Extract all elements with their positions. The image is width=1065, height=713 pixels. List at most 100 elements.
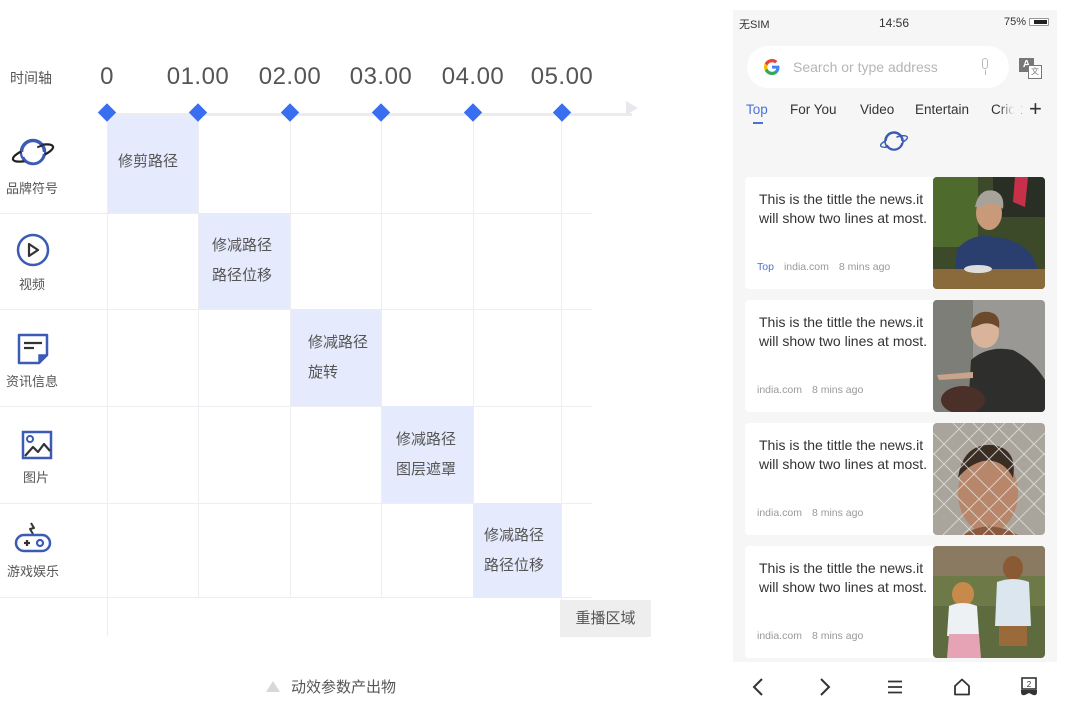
keyframe-marker[interactable]	[371, 103, 391, 122]
row-label: 视频	[18, 277, 45, 292]
news-source: india.com	[783, 261, 829, 273]
tabs-button[interactable]: 2	[1014, 672, 1044, 702]
cell-text: 路径位移	[484, 556, 545, 574]
cell-text: 旋转	[308, 363, 339, 381]
search-row: Search or type address A文	[733, 36, 1057, 94]
tick-label: 03.00	[349, 63, 413, 90]
cell-text: 修减路径	[396, 430, 457, 448]
bottom-navigation: 2	[733, 662, 1057, 713]
news-meta: Top india.com 8 mins ago	[757, 261, 890, 273]
tick-label: 01.00	[166, 63, 230, 90]
tick-label: 05.00	[530, 63, 594, 90]
grid-line	[0, 406, 592, 407]
row-label: 品牌符号	[5, 181, 58, 196]
timeline-diagram: 时间轴 0 01.00 02.00 03.00 04.00 05.00 修剪路径…	[0, 0, 700, 713]
menu-button[interactable]	[880, 672, 910, 702]
tick-label: 0	[100, 63, 114, 90]
tick-label: 02.00	[258, 63, 322, 90]
news-tag: Top	[757, 261, 774, 273]
phone-screen: 无SIM 14:56 75% Search or type address A文…	[733, 10, 1057, 713]
tabs-icon: 2	[1021, 677, 1037, 696]
cell-text: 修剪路径	[118, 153, 179, 170]
animation-cell: 修减路径 图层遮罩	[382, 406, 473, 503]
cell-text: 图层遮罩	[396, 460, 457, 478]
battery-status: 75%	[1004, 16, 1049, 28]
forward-button[interactable]	[810, 672, 840, 702]
grid-line	[0, 213, 592, 214]
back-icon	[752, 678, 763, 696]
keyframe-marker[interactable]	[463, 103, 483, 122]
triangle-icon	[266, 681, 280, 692]
news-time: 8 mins ago	[838, 261, 891, 273]
two-children-photo[interactable]	[933, 546, 1045, 658]
news-source: india.com	[757, 384, 802, 396]
cell-text: 路径位移	[212, 267, 273, 284]
gamepad-icon	[14, 522, 52, 553]
news-meta: india.com 8 mins ago	[757, 507, 863, 519]
note-icon	[17, 333, 49, 365]
microphone-icon[interactable]	[979, 58, 991, 76]
tick-label: 04.00	[441, 63, 505, 90]
news-title[interactable]: This is the tittle the news.it will show…	[759, 559, 929, 597]
row-label: 游戏娱乐	[6, 564, 59, 579]
news-feed: This is the tittle the news.it will show…	[745, 177, 1045, 669]
image-icon	[21, 430, 53, 460]
grid-line	[198, 116, 199, 598]
news-time: 8 mins ago	[811, 507, 864, 519]
forward-icon	[820, 678, 831, 696]
news-card[interactable]: This is the tittle the news.it will show…	[745, 423, 1045, 535]
animation-cell: 修减路径 路径位移	[473, 503, 561, 598]
play-circle-icon	[16, 233, 50, 267]
grid-line	[381, 116, 382, 598]
replay-area-button[interactable]: 重播区域	[560, 600, 651, 637]
tab-top[interactable]: Top	[746, 102, 768, 117]
animation-cell: 修减路径 路径位移	[199, 213, 290, 309]
news-title[interactable]: This is the tittle the news.it will show…	[759, 436, 929, 474]
boy-laughing-photo[interactable]	[933, 300, 1045, 412]
news-title[interactable]: This is the tittle the news.it will show…	[759, 313, 929, 351]
axis-label: 时间轴	[10, 70, 52, 86]
news-card[interactable]: This is the tittle the news.it will show…	[745, 300, 1045, 412]
planet-icon	[11, 138, 55, 166]
news-meta: india.com 8 mins ago	[757, 384, 863, 396]
caption-text: 动效参数产出物	[291, 679, 397, 696]
tab-entertain[interactable]: Entertain	[915, 102, 969, 117]
news-source: india.com	[757, 630, 802, 642]
news-source: india.com	[757, 507, 802, 519]
news-card[interactable]: This is the tittle the news.it will show…	[745, 546, 1045, 658]
add-tab-button[interactable]: +	[1029, 96, 1042, 122]
cell-text: 修减路径	[484, 526, 545, 544]
figure-caption: 动效参数产出物	[266, 676, 396, 697]
tabs-count: 2	[1027, 680, 1032, 689]
axis-arrow-icon	[626, 101, 638, 115]
keyframe-marker[interactable]	[552, 103, 572, 122]
news-time: 8 mins ago	[811, 384, 864, 396]
animation-cell: 修减路径 旋转	[291, 309, 381, 406]
loading-indicator	[733, 128, 1057, 162]
man-behind-fence-photo[interactable]	[933, 423, 1045, 535]
battery-icon	[1029, 18, 1049, 26]
active-tab-indicator	[753, 122, 763, 124]
home-icon	[954, 678, 970, 696]
row-label: 资讯信息	[5, 374, 58, 389]
home-button[interactable]	[947, 672, 977, 702]
search-placeholder: Search or type address	[793, 59, 938, 75]
man-eating-photo[interactable]	[933, 177, 1045, 289]
news-title[interactable]: This is the tittle the news.it will show…	[759, 190, 929, 228]
animation-cell: 修剪路径	[108, 116, 198, 213]
keyframe-marker[interactable]	[280, 103, 300, 122]
news-meta: india.com 8 mins ago	[757, 630, 863, 642]
cell-text: 修减路径	[308, 333, 369, 351]
address-bar[interactable]: Search or type address	[747, 46, 1009, 88]
news-card[interactable]: This is the tittle the news.it will show…	[745, 177, 1045, 289]
translate-icon[interactable]: A文	[1019, 58, 1043, 80]
row-label: 图片	[22, 470, 49, 485]
planet-icon	[879, 131, 909, 151]
clock: 14:56	[879, 16, 910, 30]
menu-icon	[888, 680, 902, 694]
tab-for-you[interactable]: For You	[790, 102, 837, 117]
news-time: 8 mins ago	[811, 630, 864, 642]
back-button[interactable]	[743, 672, 773, 702]
carrier-status: 无SIM	[739, 19, 770, 31]
tab-video[interactable]: Video	[860, 102, 894, 117]
